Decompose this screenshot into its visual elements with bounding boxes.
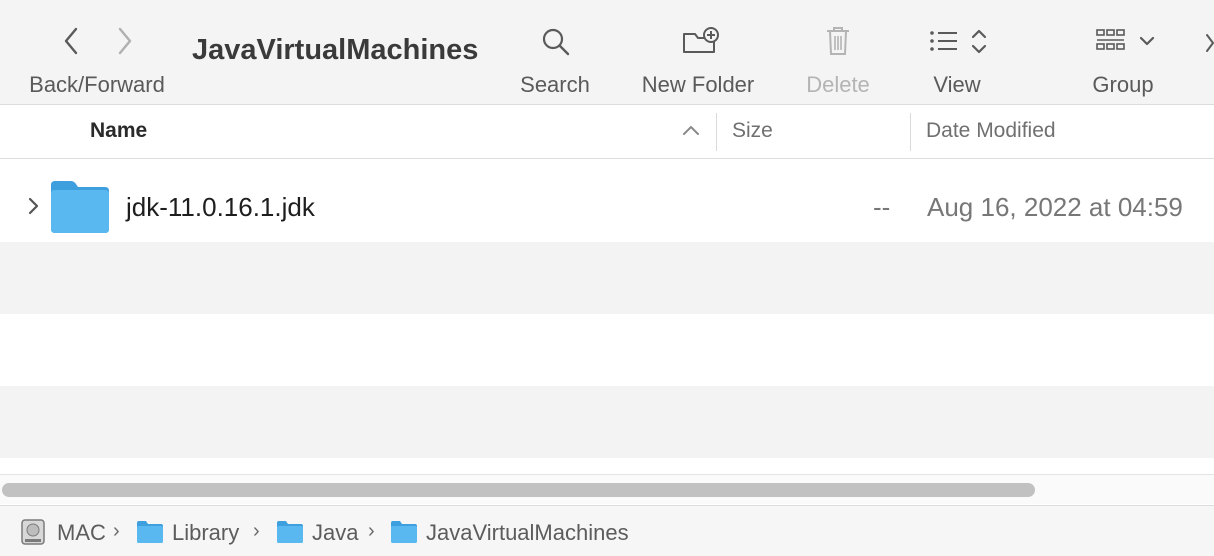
path-separator-icon: ›: [368, 520, 375, 542]
toolbar: Back/Forward JavaVirtualMachines Search …: [0, 0, 1214, 105]
file-size: --: [873, 192, 891, 222]
hard-drive-icon: [20, 518, 46, 546]
group-label: Group: [1092, 72, 1154, 97]
search-label: Search: [520, 72, 590, 97]
path-separator-icon: ›: [253, 520, 260, 542]
back-forward-label: Back/Forward: [29, 72, 165, 97]
list-row[interactable]: jdk-11.0.16.1.jdk -- Aug 16, 2022 at 04:…: [0, 170, 1214, 242]
list-view-icon: [930, 29, 987, 54]
file-date-modified: Aug 16, 2022 at 04:59: [927, 192, 1183, 222]
trash-icon: [827, 27, 849, 55]
column-date-modified-header[interactable]: Date Modified: [926, 119, 1056, 143]
empty-row: [0, 314, 1214, 386]
column-size-header[interactable]: Size: [732, 119, 773, 143]
column-divider[interactable]: [716, 113, 717, 151]
path-item-mac[interactable]: MAC: [57, 520, 106, 546]
new-folder-button[interactable]: [682, 26, 720, 56]
chevron-right-icon: [1206, 34, 1214, 52]
path-item-javavirtualmachines[interactable]: JavaVirtualMachines: [426, 520, 629, 546]
file-name: jdk-11.0.16.1.jdk: [126, 192, 315, 222]
column-divider[interactable]: [910, 113, 911, 151]
back-button[interactable]: [58, 26, 86, 56]
column-header: Name Size Date Modified: [0, 105, 1214, 159]
scrollbar-thumb[interactable]: [2, 483, 1035, 497]
column-name-header[interactable]: Name: [90, 119, 147, 143]
delete-label: Delete: [806, 72, 870, 97]
empty-row: [0, 386, 1214, 458]
search-icon: [542, 28, 570, 56]
view-button[interactable]: [928, 28, 990, 56]
disclosure-triangle-icon[interactable]: [26, 195, 40, 217]
path-item-java[interactable]: Java: [312, 520, 358, 546]
folder-icon: [390, 520, 418, 544]
delete-button[interactable]: [825, 25, 851, 57]
new-folder-label: New Folder: [641, 72, 755, 97]
path-bar: MAC › Library › Java › JavaVirtualMachin…: [0, 505, 1214, 556]
empty-row: [0, 242, 1214, 314]
toolbar-overflow-button[interactable]: [1204, 30, 1214, 56]
path-separator-icon: ›: [113, 520, 120, 542]
group-icon: [1096, 29, 1155, 50]
group-button[interactable]: [1096, 28, 1158, 56]
search-button[interactable]: [540, 26, 572, 58]
folder-icon: [276, 520, 304, 544]
path-item-library[interactable]: Library: [172, 520, 239, 546]
sort-ascending-icon[interactable]: [682, 123, 700, 137]
view-label: View: [933, 72, 981, 97]
window-title: JavaVirtualMachines: [192, 34, 479, 66]
new-folder-icon: [683, 27, 719, 53]
chevron-right-icon: [118, 27, 132, 55]
forward-button[interactable]: [110, 26, 138, 56]
folder-icon: [136, 520, 164, 544]
folder-icon: [49, 179, 111, 235]
chevron-left-icon: [64, 27, 78, 55]
